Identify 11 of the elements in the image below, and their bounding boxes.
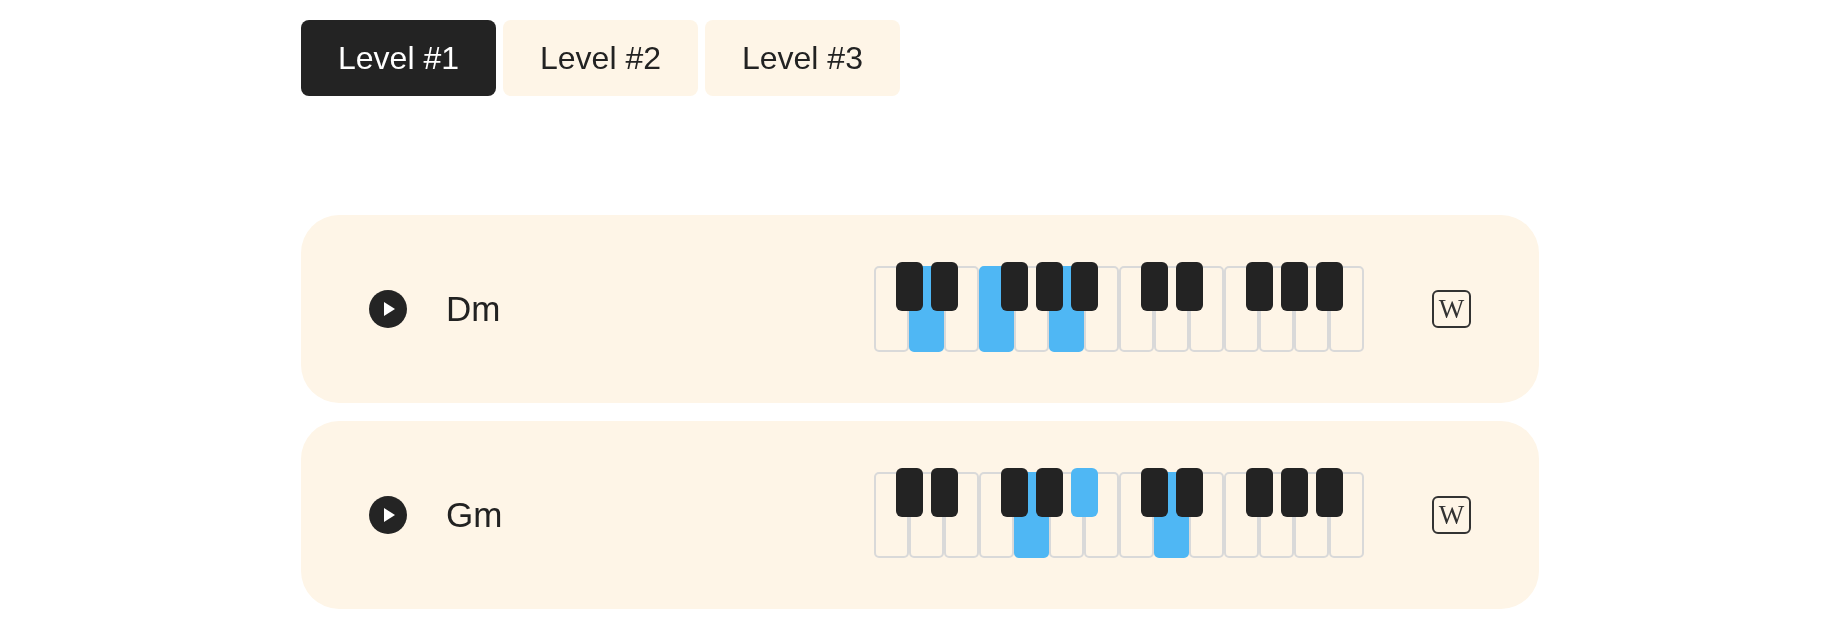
- play-button[interactable]: [369, 496, 407, 534]
- play-button[interactable]: [369, 290, 407, 328]
- wiki-link[interactable]: W: [1432, 496, 1471, 534]
- level-tab[interactable]: Level #1: [301, 20, 496, 96]
- wiki-link[interactable]: W: [1432, 290, 1471, 328]
- level-tab[interactable]: Level #2: [503, 20, 698, 96]
- play-icon: [369, 290, 407, 328]
- chord-name: Gm: [446, 495, 504, 535]
- chord-name: Dm: [446, 289, 502, 329]
- level-tab[interactable]: Level #3: [704, 20, 900, 96]
- play-icon: [369, 496, 407, 534]
